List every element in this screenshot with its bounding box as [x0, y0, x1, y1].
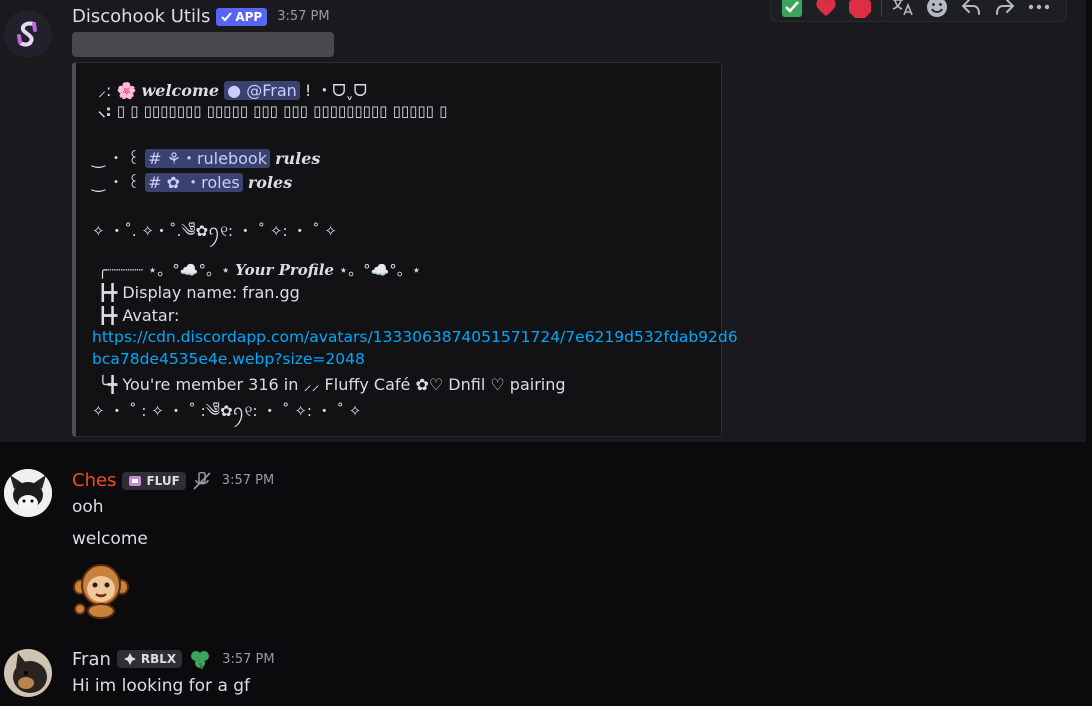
- avatar-label: ┣╋ Avatar:: [98, 306, 180, 325]
- translate-icon[interactable]: [886, 0, 920, 22]
- avatar[interactable]: [4, 10, 52, 58]
- divider-line-2: ✧ ・ ˚ : ✧ ・ ˚ :༄ᩚ✿ꪆ୧: ・ ˚ ✧: ・ ˚ ✧: [92, 402, 362, 420]
- roles-suffix: roles: [247, 173, 293, 192]
- profile-line-prefix: ╭┈┈┈┈ ⋆。°☁️°。⋆: [98, 261, 231, 279]
- role-badge-label: RBLX: [140, 652, 177, 666]
- add-reaction-icon[interactable]: [920, 0, 954, 22]
- forward-icon[interactable]: [988, 0, 1022, 22]
- stop-reaction-icon[interactable]: [843, 0, 877, 22]
- role-badge-label: FLUF: [146, 473, 180, 488]
- timestamp[interactable]: 3:57 PM: [222, 652, 274, 667]
- timestamp[interactable]: 3:57 PM: [222, 473, 274, 488]
- avatar-cat-icon: [4, 469, 52, 517]
- author-name[interactable]: Discohook Utils: [72, 6, 210, 27]
- avatar[interactable]: [4, 649, 52, 697]
- roles-prefix: ‿ ・ ꒰: [92, 173, 141, 192]
- app-badge: APP: [216, 7, 268, 26]
- avatar-url-link-cont[interactable]: bca78de4535e4e.webp?size=2048: [92, 350, 365, 368]
- clover-icon: [191, 651, 210, 670]
- role-badge[interactable]: FLUF: [122, 471, 186, 490]
- divider-line: ✧ ・˚. ✧・˚.༄ᩚ✿ꪆ୧: ・ ˚ ✧: ・ ˚ ✧: [92, 222, 337, 240]
- channel-mention-rulebook[interactable]: # ⚘・rulebook: [145, 149, 270, 168]
- avatar[interactable]: [4, 469, 52, 517]
- author-name[interactable]: Ches: [72, 470, 116, 491]
- heart-reaction-icon[interactable]: [809, 0, 843, 22]
- monkey-sticker[interactable]: [72, 561, 130, 619]
- avatar-dog-icon: [4, 649, 52, 697]
- role-badge-icon: [123, 653, 136, 665]
- role-badge-icon: [129, 475, 142, 486]
- more-icon[interactable]: [1022, 0, 1056, 22]
- display-name-line: ┣╋ Display name: fran.gg: [98, 283, 300, 302]
- message-text: ooh: [72, 497, 104, 517]
- welcome-suffix: ! ・ᗜˬᗜ: [304, 81, 367, 100]
- muted-mic-icon: [193, 471, 211, 490]
- embed: ⸝: 🌸 welcome ● @Fran ! ・ᗜˬᗜ ⸜: ▯ ▯ ▯▯▯▯▯…: [72, 62, 738, 437]
- profile-line-end: ⋆。°☁️°。⋆: [338, 261, 422, 279]
- message-discohook[interactable]: Discohook Utils APP 3:57 PM ⸝: 🌸 welcome…: [0, 0, 1092, 442]
- avatar-url-link[interactable]: https://cdn.discordapp.com/avatars/13330…: [92, 328, 738, 346]
- welcome-word: welcome: [141, 81, 220, 100]
- message-ches[interactable]: Ches FLUF 3:57 PM ooh welcome: [0, 460, 1092, 630]
- rulebook-suffix: rules: [275, 149, 321, 168]
- message-toolbar: [770, 0, 1067, 22]
- spoiler-text[interactable]: [72, 32, 334, 57]
- embed-second-line: ⸜: ▯ ▯ ▯▯▯▯▯▯▯ ▯▯▯▯▯ ▯▯▯ ▯▯▯ ▯▯▯▯▯▯▯▯▯ ▯…: [98, 102, 448, 120]
- timestamp[interactable]: 3:57 PM: [277, 9, 329, 24]
- role-badge[interactable]: RBLX: [116, 650, 183, 668]
- channel-mention-roles[interactable]: # ✿ ・roles: [145, 173, 243, 192]
- mention-label: @Fran: [246, 81, 297, 100]
- toolbar-separator: [881, 0, 882, 17]
- profile-heading: ╭┈┈┈┈ ⋆。°☁️°。⋆ Your Profile ⋆。°☁️°。⋆: [98, 259, 421, 280]
- member-line: ╰╋ You're member 316 in ⸝⸝ Fluffy Café ✿…: [98, 375, 566, 394]
- message-fran[interactable]: Fran RBLX 3:57 PM Hi im looking for a gf: [0, 640, 1092, 706]
- app-badge-label: APP: [235, 9, 263, 24]
- roles-line: ‿ ・ ꒰ # ✿ ・roles roles: [92, 169, 292, 193]
- rulebook-prefix: ‿ ・ ꒰: [92, 149, 141, 168]
- author-name[interactable]: Fran: [72, 649, 111, 670]
- embed-welcome-line: ⸝: 🌸 welcome ● @Fran ! ・ᗜˬᗜ: [98, 77, 367, 101]
- mention-avatar-icon: ●: [227, 81, 242, 100]
- check-reaction-icon[interactable]: [775, 0, 809, 22]
- message-text: Hi im looking for a gf: [72, 676, 251, 696]
- rulebook-line: ‿ ・ ꒰ # ⚘・rulebook rules: [92, 145, 320, 169]
- user-mention[interactable]: ● @Fran: [224, 81, 300, 100]
- checkmark-icon: [221, 11, 233, 21]
- discohook-logo-icon: [4, 10, 52, 58]
- welcome-prefix: ⸝: 🌸: [98, 81, 137, 100]
- message-text: welcome: [72, 529, 148, 549]
- profile-word: Your Profile: [235, 261, 334, 279]
- reply-icon[interactable]: [954, 0, 988, 22]
